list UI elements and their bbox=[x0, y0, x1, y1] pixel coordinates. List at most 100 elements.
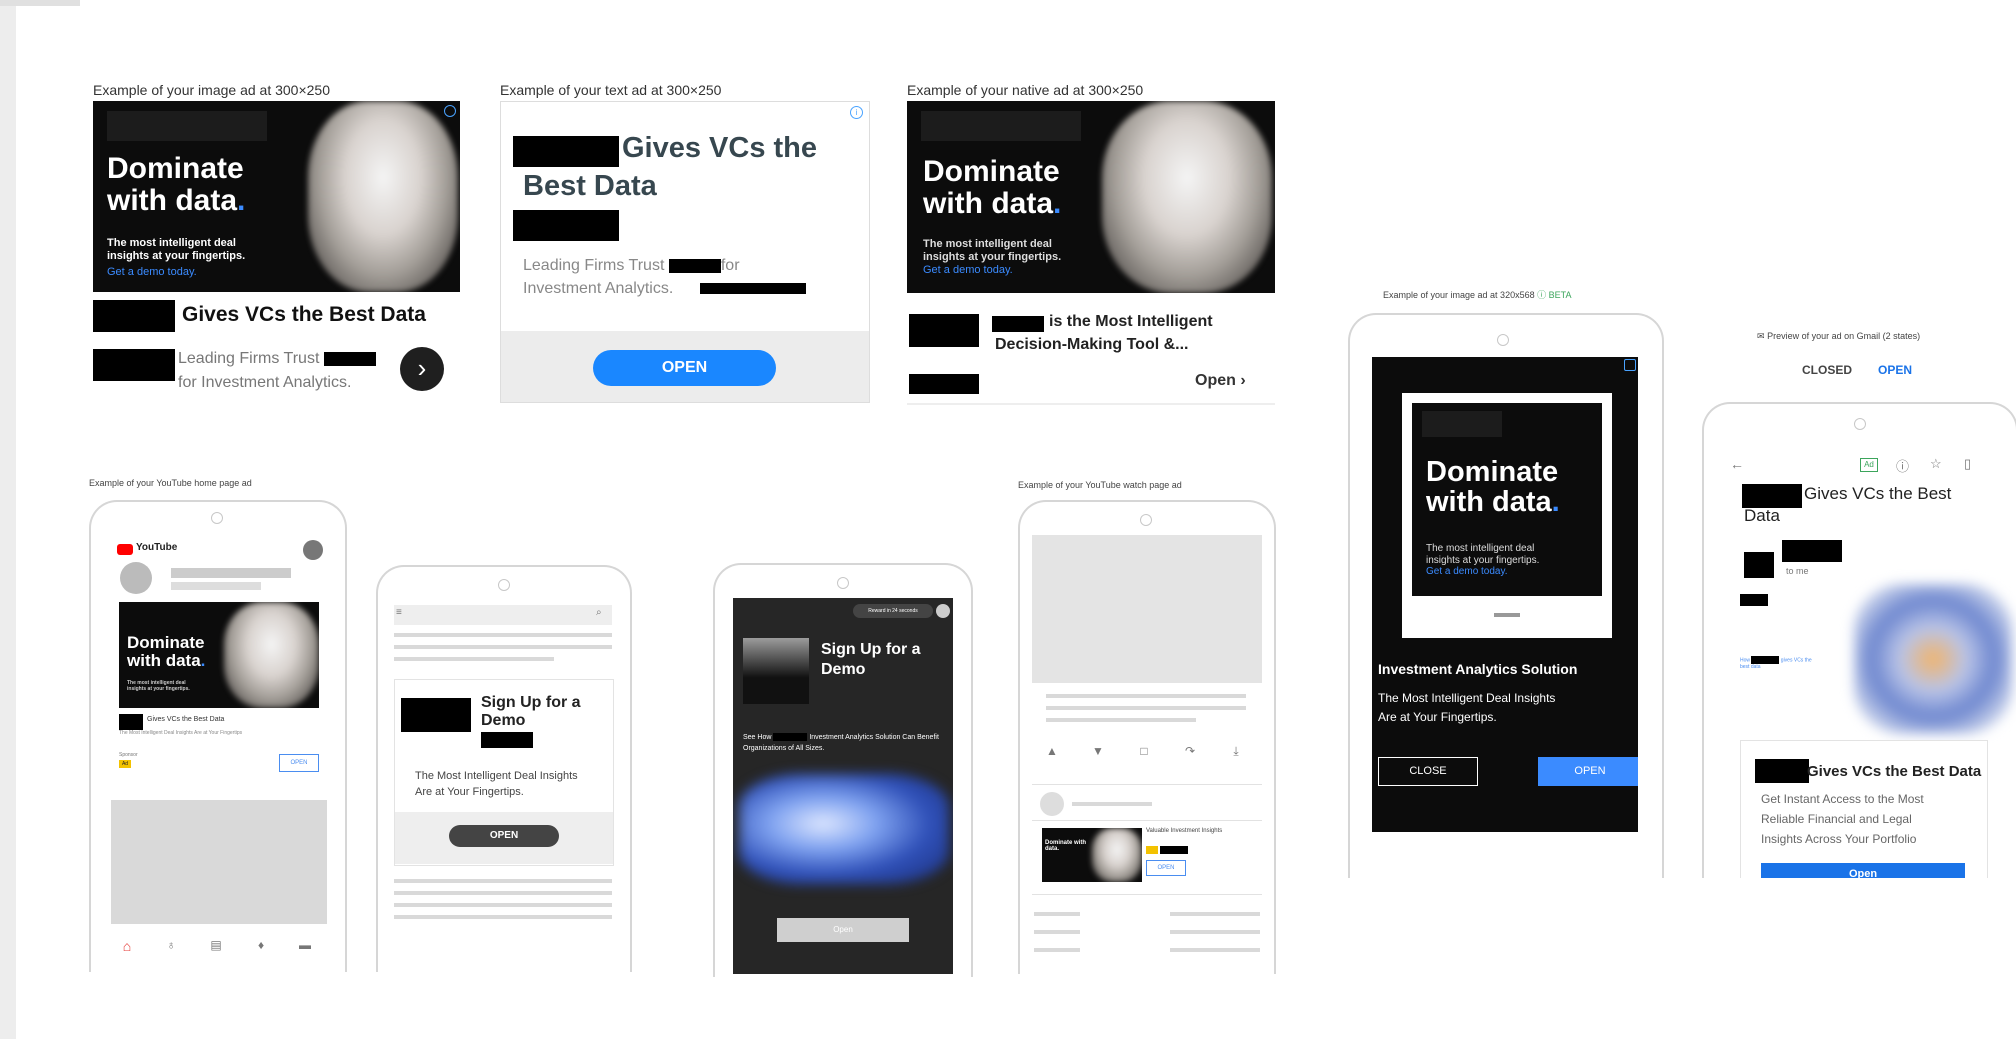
logo-redaction bbox=[1422, 411, 1502, 437]
subscriptions-icon[interactable]: ▤ bbox=[206, 938, 226, 952]
tab-closed[interactable]: CLOSED bbox=[1802, 363, 1852, 377]
ad-cta-link[interactable]: Get a demo today. bbox=[1426, 566, 1508, 578]
bell-icon[interactable]: ♦ bbox=[251, 938, 271, 952]
video-placeholder bbox=[111, 800, 327, 924]
menu-icon[interactable]: ≡ bbox=[396, 607, 402, 618]
thumbnail-text: Dominate with data. bbox=[1045, 840, 1087, 852]
avatar[interactable] bbox=[303, 540, 323, 560]
placeholder-line bbox=[394, 633, 612, 637]
divider bbox=[907, 403, 1275, 405]
back-arrow-icon[interactable]: ← bbox=[1730, 456, 1744, 472]
gmail-link-text[interactable]: How gives VCs the best data bbox=[1740, 656, 1820, 670]
youtube-home-phone: YouTube Dominate with data. The most inte… bbox=[89, 500, 347, 972]
placeholder-line bbox=[394, 645, 612, 649]
mobile-text-ad-card[interactable]: Sign Up for a Demo The Most Intelligent … bbox=[394, 679, 614, 866]
close-icon[interactable] bbox=[936, 604, 950, 618]
interstitial-screen[interactable]: Dominate with data. The most intelligent … bbox=[1372, 357, 1638, 832]
left-edge-bar bbox=[0, 0, 16, 1039]
adchoices-icon[interactable]: i bbox=[850, 106, 863, 119]
trash-icon[interactable]: ▯ bbox=[1964, 456, 1971, 472]
youtube-home-ad-title: Gives VCs the Best Data bbox=[147, 716, 225, 723]
library-icon[interactable]: ▬ bbox=[295, 938, 315, 952]
interstitial-open-button[interactable]: OPEN bbox=[1538, 757, 1638, 786]
channel-avatar bbox=[1040, 792, 1064, 816]
brand-redaction bbox=[481, 732, 533, 748]
logo-redaction bbox=[921, 111, 1081, 141]
youtube-watch-open-button[interactable]: OPEN bbox=[1146, 860, 1186, 876]
native-ad-title-b: Decision-Making Tool &... bbox=[995, 336, 1189, 353]
video-ad-headline: Sign Up for a Demo bbox=[821, 641, 921, 678]
adchoices-icon[interactable] bbox=[444, 105, 456, 117]
ad-headline: Dominate with data. bbox=[1426, 456, 1560, 519]
youtube-watch-caption: Example of your YouTube watch page ad bbox=[1018, 480, 1182, 490]
info-icon[interactable]: ⓘ bbox=[1896, 456, 1909, 475]
youtube-watch-ad-title: Valuable Investment Insights bbox=[1146, 828, 1223, 834]
ad-cta-link[interactable]: Get a demo today. bbox=[107, 266, 197, 279]
divider bbox=[1032, 784, 1262, 785]
mobile-text-open-button[interactable]: OPEN bbox=[449, 825, 559, 847]
ad-subline: The most intelligent deal insights at you… bbox=[1426, 543, 1540, 566]
placeholder-line bbox=[394, 657, 554, 661]
trending-icon[interactable]: ♁ bbox=[161, 938, 181, 952]
mobile-text-desc: The Most Intelligent Deal Insights Are a… bbox=[415, 770, 578, 798]
youtube-home-ad-desc: The Most Intelligent Deal Insights Are a… bbox=[119, 730, 243, 736]
youtube-watch-ad-thumbnail[interactable]: Dominate with data. bbox=[1042, 828, 1142, 882]
phone-camera bbox=[837, 577, 849, 589]
video-player[interactable] bbox=[1032, 535, 1262, 683]
ad-cta-link[interactable]: Get a demo today. bbox=[923, 264, 1013, 277]
tab-open[interactable]: OPEN bbox=[1878, 363, 1912, 377]
brand-redaction bbox=[1742, 484, 1802, 508]
person-photo bbox=[308, 101, 458, 292]
native-ad-open-link[interactable]: Open › bbox=[1195, 372, 1246, 390]
phone-camera bbox=[1497, 334, 1509, 346]
redaction bbox=[323, 351, 376, 366]
mobile-text-headline-b: Demo bbox=[481, 712, 526, 729]
share-icon[interactable]: ↷ bbox=[1180, 744, 1200, 758]
download-icon[interactable]: ⤓ bbox=[1226, 744, 1246, 759]
gmail-card-desc: Get Instant Access to the Most Reliable F… bbox=[1761, 792, 1924, 846]
ad-badge-icon: Ad bbox=[1860, 458, 1878, 472]
star-icon[interactable]: ☆ bbox=[1930, 456, 1942, 472]
gmail-ad-card[interactable]: Gives VCs the Best Data Get Instant Acce… bbox=[1740, 740, 1988, 878]
image-ad-title: Gives VCs the Best Data bbox=[182, 303, 426, 326]
brand-redaction bbox=[513, 136, 619, 167]
video-ad-open-button[interactable]: Open bbox=[777, 918, 909, 942]
redaction bbox=[1160, 846, 1188, 854]
brand-redaction bbox=[513, 210, 619, 241]
thumbs-down-icon[interactable]: ▼ bbox=[1088, 744, 1108, 758]
chevron-right-icon[interactable]: › bbox=[400, 347, 444, 391]
ad-headline: Dominate with data. bbox=[923, 155, 1062, 220]
interstitial-title: Investment Analytics Solution bbox=[1378, 661, 1578, 677]
thumbs-up-icon[interactable]: ▲ bbox=[1042, 744, 1062, 758]
logo-redaction bbox=[107, 111, 267, 141]
native-ad-banner[interactable]: Dominate with data. The most intelligent … bbox=[907, 101, 1275, 293]
search-icon[interactable]: ⌕ bbox=[596, 607, 602, 618]
interstitial-close-button[interactable]: CLOSE bbox=[1378, 757, 1478, 786]
text-ad-headline-b: Best Data bbox=[523, 170, 657, 202]
gmail-open-button[interactable]: Open bbox=[1761, 863, 1965, 878]
gmail-subject-a: Gives VCs the Best bbox=[1804, 484, 1952, 503]
phone-camera bbox=[1854, 418, 1866, 430]
youtube-home-ad-image[interactable]: Dominate with data. The most intelligent … bbox=[119, 602, 319, 708]
interstitial-image: Dominate with data. The most intelligent … bbox=[1412, 403, 1602, 596]
placeholder-line bbox=[1046, 694, 1246, 698]
gmail-subject-b: Data bbox=[1744, 506, 1780, 525]
adchoices-icon[interactable] bbox=[1624, 359, 1636, 371]
placeholder-line bbox=[394, 903, 612, 907]
placeholder-line bbox=[394, 915, 612, 919]
ad-thumbnail bbox=[743, 638, 809, 704]
sender-name-redaction bbox=[1782, 540, 1842, 562]
comment-icon[interactable]: □ bbox=[1134, 744, 1154, 758]
interstitial-phone: Dominate with data. The most intelligent … bbox=[1348, 313, 1664, 878]
text-ad-card[interactable]: i Gives VCs the Best Data Leading Firms … bbox=[500, 101, 870, 403]
image-ad-banner[interactable]: Dominate with data. The most intelligent … bbox=[93, 101, 460, 292]
text-ad-open-button[interactable]: OPEN bbox=[593, 350, 776, 386]
video-ad-screen[interactable]: Reward in 24 seconds Sign Up for a Demo … bbox=[733, 598, 953, 974]
mobile-text-ad-phone: ≡ ⌕ Sign Up for a Demo The Most Intellig… bbox=[376, 565, 632, 972]
sender-avatar-redaction bbox=[1744, 552, 1774, 578]
home-icon[interactable]: ⌂ bbox=[117, 938, 137, 954]
gmail-card-title: Gives VCs the Best Data bbox=[1807, 763, 1982, 780]
sponsor-label: Sponsor bbox=[119, 752, 138, 758]
youtube-home-open-button[interactable]: OPEN bbox=[279, 754, 319, 772]
divider bbox=[1032, 894, 1262, 895]
